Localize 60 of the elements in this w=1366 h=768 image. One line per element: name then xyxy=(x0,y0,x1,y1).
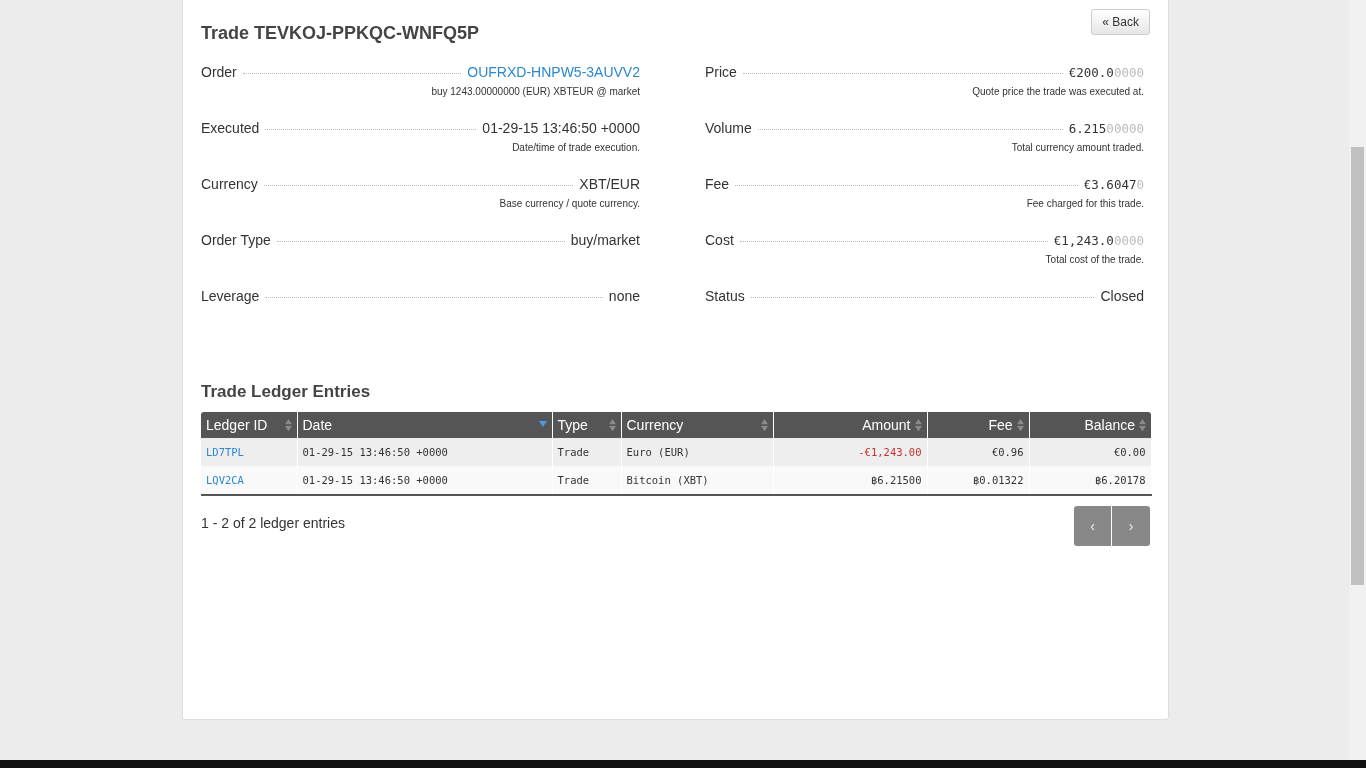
field-label: Status xyxy=(705,288,745,304)
sort-icon xyxy=(607,418,617,432)
scrollbar-thumb[interactable] xyxy=(1351,147,1364,585)
field-label: Fee xyxy=(705,176,730,192)
field-value: none xyxy=(608,288,640,304)
scrollbar[interactable] xyxy=(1349,0,1366,760)
field-value: Closed xyxy=(1100,288,1144,304)
field-value: buy/market xyxy=(570,232,640,248)
field-note: Fee charged for this trade. xyxy=(1025,198,1144,209)
field-value: €1,243.00000 xyxy=(1053,233,1144,248)
section-title: Trade Ledger Entries xyxy=(201,382,372,402)
entries-summary: 1 - 2 of 2 ledger entries xyxy=(201,515,345,533)
table-cell: ฿6.20178 xyxy=(1094,474,1146,486)
table-cell: Trade xyxy=(557,446,590,458)
sort-icon xyxy=(283,418,293,432)
table-cell: 01-29-15 13:46:50 +0000 xyxy=(302,474,448,486)
field-label: Cost xyxy=(705,232,734,248)
field-value: XBT/EUR xyxy=(579,176,640,192)
field-label: Leverage xyxy=(201,288,260,304)
field-label: Executed xyxy=(201,120,260,136)
field-label: Currency xyxy=(201,176,258,192)
column-header[interactable]: Fee xyxy=(927,412,1029,438)
column-header[interactable]: Ledger ID xyxy=(201,412,297,438)
column-header[interactable]: Type xyxy=(552,412,621,438)
back-button[interactable]: « Back xyxy=(1091,9,1150,35)
field-note: Quote price the trade was executed at. xyxy=(971,86,1144,97)
table-cell: Euro (EUR) xyxy=(626,446,690,458)
field-note: Total currency amount traded. xyxy=(1010,142,1144,153)
ledger-id-link[interactable]: LQV2CA xyxy=(206,474,244,486)
order-link[interactable]: OUFRXD-HNPW5-3AUVV2 xyxy=(467,64,640,80)
table-cell: €0.00 xyxy=(1113,446,1146,458)
table-cell: €0.96 xyxy=(991,446,1024,458)
column-header[interactable]: Amount xyxy=(773,412,927,438)
sort-icon xyxy=(759,418,769,432)
sort-icon xyxy=(1138,418,1147,432)
column-header[interactable]: Date xyxy=(297,412,552,438)
table-cell: ฿0.01322 xyxy=(972,474,1024,486)
table-cell: 01-29-15 13:46:50 +0000 xyxy=(302,446,448,458)
column-header[interactable]: Currency xyxy=(621,412,773,438)
table-cell: -€1,243.00 xyxy=(858,446,922,458)
field-note: buy 1243.00000000 (EUR) XBTEUR @ market xyxy=(430,86,640,97)
table-cell: Bitcoin (XBT) xyxy=(626,474,709,486)
sort-icon xyxy=(1015,418,1025,432)
field-label: Volume xyxy=(705,120,752,136)
sort-icon xyxy=(913,418,923,432)
page-title: Trade TEVKOJ-PPKQC-WNFQ5P xyxy=(201,23,480,44)
field-note: Date/time of trade execution. xyxy=(511,142,640,153)
sort-descending-icon xyxy=(537,418,548,428)
field-label: Price xyxy=(705,64,737,80)
field-note: Total cost of the trade. xyxy=(1044,254,1144,265)
field-label: Order Type xyxy=(201,232,271,248)
table-cell: ฿6.21500 xyxy=(870,474,922,486)
table-cell: Trade xyxy=(557,474,590,486)
field-label: Order xyxy=(201,64,237,80)
column-header[interactable]: Balance xyxy=(1029,412,1151,438)
field-value: 6.21500000 xyxy=(1068,121,1144,136)
field-value: 01-29-15 13:46:50 +0000 xyxy=(482,120,640,136)
field-value: €200.00000 xyxy=(1068,65,1144,80)
field-value: €3.60470 xyxy=(1083,177,1144,192)
field-note: Base currency / quote currency. xyxy=(498,198,640,209)
